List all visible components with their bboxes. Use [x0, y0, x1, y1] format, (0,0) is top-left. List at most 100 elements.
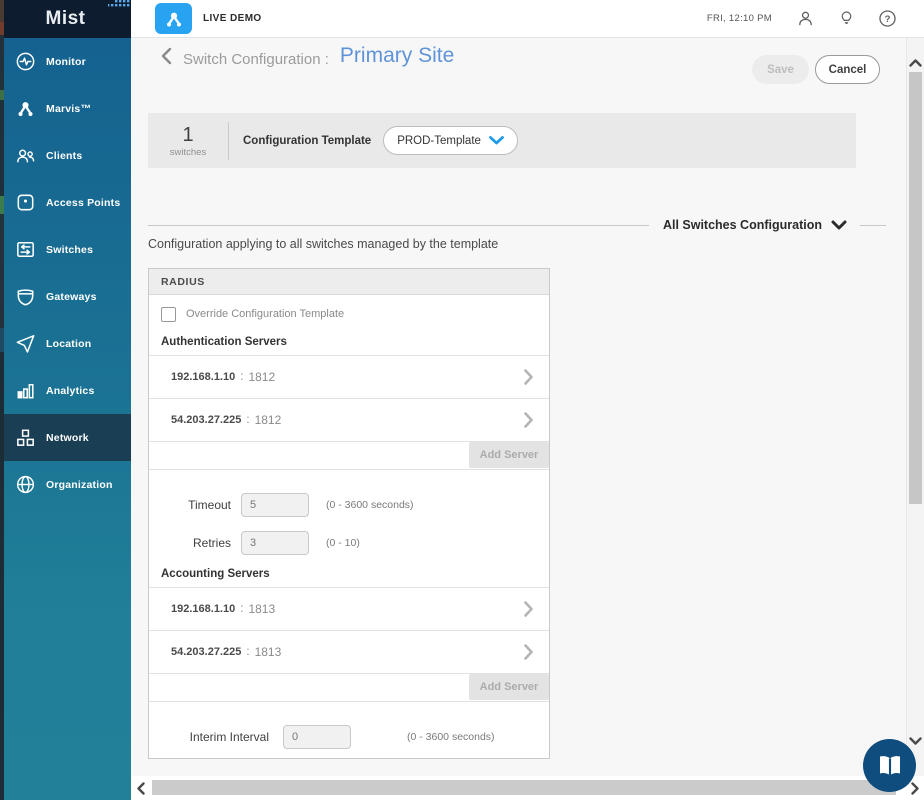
scroll-left-arrow-icon[interactable] [137, 782, 145, 795]
sidebar-item-label: Analytics [46, 384, 95, 397]
auth-servers-heading: Authentication Servers [161, 336, 287, 348]
chevron-right-icon[interactable] [524, 412, 533, 428]
sidebar-item-marvis[interactable]: Marvis™ [0, 85, 131, 132]
sidebar-item-label: Location [46, 337, 92, 350]
add-server-row: Add Server [149, 442, 549, 470]
scroll-up-arrow-icon[interactable] [909, 54, 922, 72]
server-separator: : [246, 414, 250, 426]
switch-count: 1 switches [148, 124, 228, 158]
acct-server-list: 192.168.1.10 : 1813 54.203.27.225 : 1813… [149, 587, 549, 702]
documentation-book-button[interactable] [863, 739, 916, 792]
sidebar-item-analytics[interactable]: Analytics [0, 367, 131, 414]
chevron-down-icon [489, 136, 504, 145]
retries-input[interactable] [241, 531, 309, 555]
gateways-icon [13, 285, 37, 309]
mist-logo-text: Mist [45, 8, 86, 29]
chevron-right-icon[interactable] [524, 369, 533, 385]
sidebar-item-label: Gateways [46, 290, 97, 303]
add-auth-server-button[interactable]: Add Server [469, 442, 549, 468]
interim-interval-row: Interim Interval (0 - 3600 seconds) [149, 725, 549, 749]
sidebar-item-access-points[interactable]: Access Points [0, 179, 131, 226]
server-port: 1813 [254, 645, 282, 659]
page-title: Primary Site [339, 44, 455, 67]
timeout-input[interactable] [241, 493, 309, 517]
server-row[interactable]: 54.203.27.225 : 1812 [149, 399, 549, 442]
left-edge-strip [0, 0, 4, 800]
clients-icon [13, 144, 37, 168]
sidebar-item-label: Network [46, 431, 89, 444]
help-icon[interactable]: ? [877, 8, 898, 29]
template-field-label: Configuration Template [243, 134, 372, 147]
divider [860, 224, 886, 226]
override-checkbox[interactable] [161, 306, 176, 322]
sidebar-item-gateways[interactable]: Gateways [0, 273, 131, 320]
sidebar-item-switches[interactable]: Switches [0, 226, 131, 273]
sidebar-nav: Monitor Marvis™ Clients Access Points Sw… [0, 38, 131, 508]
server-separator: : [240, 603, 244, 615]
cancel-button[interactable]: Cancel [815, 55, 880, 84]
override-row: Override Configuration Template [161, 305, 537, 323]
section-title[interactable]: All Switches Configuration [663, 218, 822, 232]
server-port: 1812 [248, 370, 276, 384]
sidebar-item-location[interactable]: Location [0, 320, 131, 367]
server-ip: 192.168.1.10 [171, 603, 236, 615]
page-title-prefix: Switch Configuration : [183, 50, 329, 68]
user-icon[interactable] [795, 8, 816, 29]
vertical-scrollbar-thumb[interactable] [909, 72, 922, 504]
horizontal-scrollbar[interactable] [131, 776, 924, 800]
access-points-icon [13, 191, 37, 215]
sidebar-item-monitor[interactable]: Monitor [0, 38, 131, 85]
horizontal-scrollbar-thumb[interactable] [152, 780, 896, 795]
marvis-icon [13, 97, 37, 121]
server-row[interactable]: 192.168.1.10 : 1813 [149, 588, 549, 631]
sidebar: Mist Monitor Marvis™ Clients Access Poin… [0, 0, 134, 800]
save-button[interactable]: Save [752, 55, 809, 84]
page-header: Switch Configuration : Primary Site [161, 44, 454, 68]
acct-servers-heading: Accounting Servers [161, 568, 270, 580]
switches-icon [13, 238, 37, 262]
server-ip: 54.203.27.225 [171, 414, 242, 426]
topbar-right: FRI, 12:10 PM ? [707, 8, 898, 29]
radius-panel-header: RADIUS [149, 269, 549, 295]
svg-text:?: ? [885, 14, 891, 25]
server-separator: : [246, 646, 250, 658]
bulb-icon[interactable] [837, 8, 856, 29]
server-port: 1812 [254, 413, 282, 427]
timeout-label: Timeout [188, 498, 231, 512]
divider [148, 224, 649, 226]
vertical-scrollbar[interactable] [906, 38, 924, 776]
scroll-right-arrow-icon[interactable] [911, 782, 919, 795]
network-icon [13, 426, 37, 450]
sidebar-item-label: Access Points [46, 196, 121, 209]
template-select-value: PROD-Template [397, 134, 481, 147]
sidebar-item-organization[interactable]: Organization [0, 461, 131, 508]
timeout-row: Timeout (0 - 3600 seconds) [149, 493, 549, 517]
section-header: All Switches Configuration [148, 217, 886, 233]
back-button[interactable] [161, 47, 173, 65]
retries-hint: (0 - 10) [326, 537, 360, 549]
sidebar-item-network[interactable]: Network [0, 414, 131, 461]
sidebar-item-clients[interactable]: Clients [0, 132, 131, 179]
retries-row: Retries (0 - 10) [149, 531, 549, 555]
server-row[interactable]: 54.203.27.225 : 1813 [149, 631, 549, 674]
monitor-icon [13, 50, 37, 74]
chevron-right-icon[interactable] [524, 601, 533, 617]
server-row[interactable]: 192.168.1.10 : 1812 [149, 356, 549, 399]
org-name[interactable]: LIVE DEMO [203, 13, 262, 24]
chevron-right-icon[interactable] [524, 644, 533, 660]
server-ip: 192.168.1.10 [171, 371, 236, 383]
add-acct-server-button[interactable]: Add Server [469, 674, 549, 700]
interim-interval-input[interactable] [283, 725, 351, 749]
switch-count-value: 1 [182, 123, 194, 146]
sidebar-item-label: Marvis™ [46, 102, 92, 115]
timeout-hint: (0 - 3600 seconds) [326, 499, 414, 511]
sidebar-item-label: Switches [46, 243, 94, 256]
app-window: Mist Monitor Marvis™ Clients Access Poin… [0, 0, 924, 800]
template-select[interactable]: PROD-Template [383, 126, 518, 155]
clock-text: FRI, 12:10 PM [706, 13, 772, 24]
scroll-down-arrow-icon[interactable] [909, 732, 922, 750]
org-badge-icon[interactable] [155, 3, 192, 34]
location-icon [13, 332, 37, 356]
section-collapse-chevron-down-icon[interactable] [831, 220, 847, 230]
mist-logo[interactable]: Mist [0, 0, 134, 38]
